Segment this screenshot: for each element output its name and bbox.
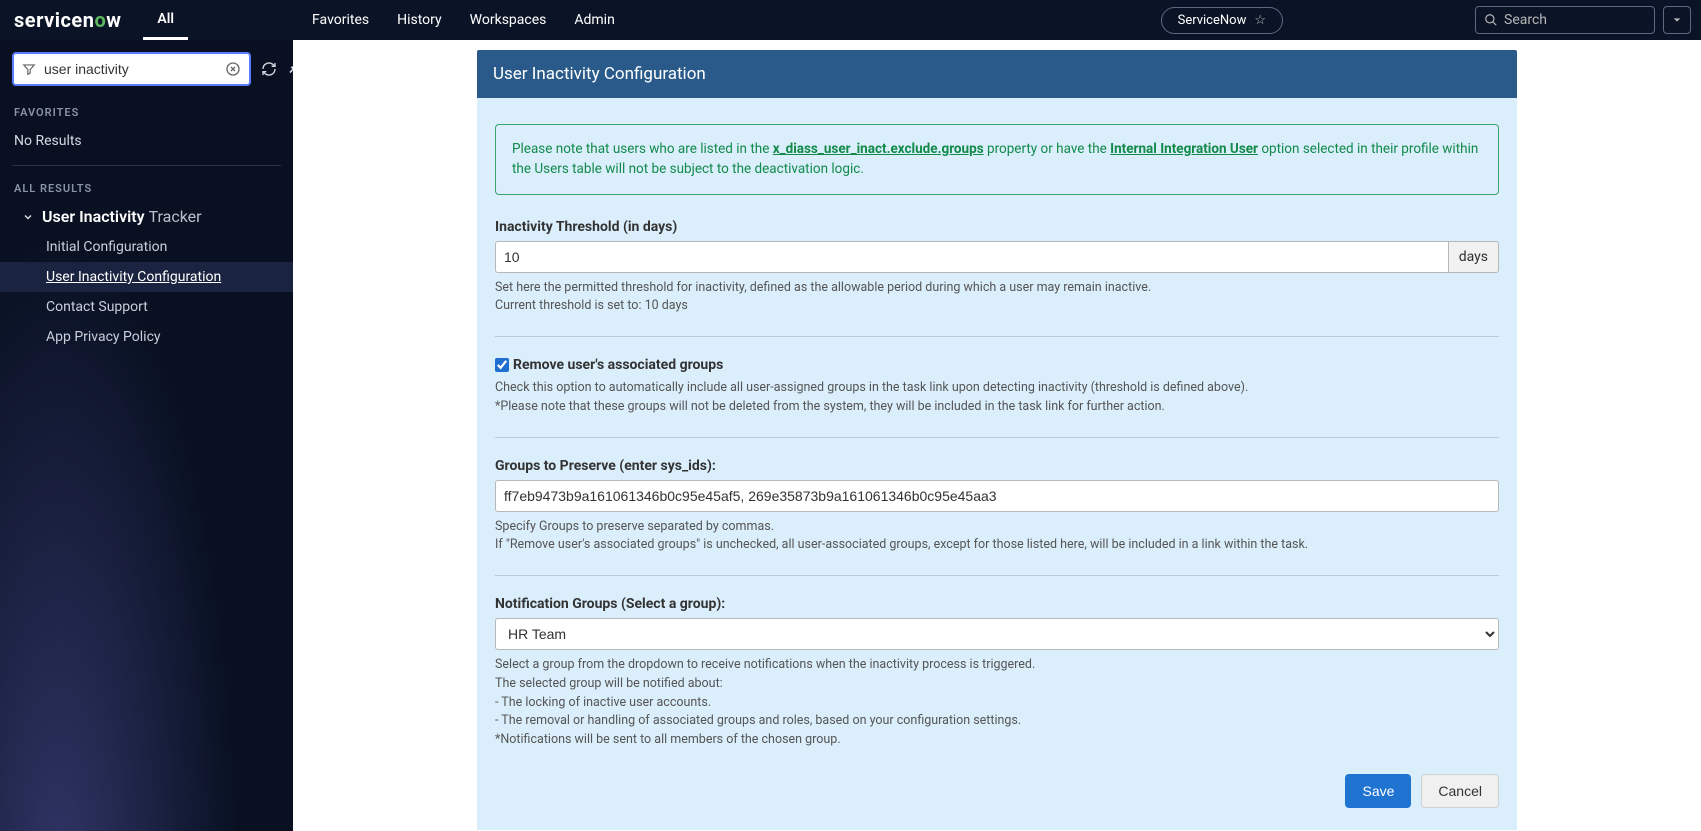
preserve-input[interactable]	[495, 480, 1499, 512]
tree-item-app-privacy-policy[interactable]: App Privacy Policy	[0, 322, 293, 352]
remove-groups-help: Check this option to automatically inclu…	[495, 379, 1499, 417]
notify-select[interactable]: HR Team	[495, 618, 1499, 650]
clear-icon[interactable]	[225, 61, 241, 77]
search-placeholder: Search	[1504, 12, 1547, 28]
tree-parent-bold: User Inactivity	[42, 207, 145, 226]
nav-workspaces[interactable]: Workspaces	[456, 0, 561, 40]
sidebar: FAVORITES No Results ALL RESULTS User In…	[0, 40, 293, 831]
filter-input[interactable]	[44, 61, 225, 77]
refresh-button[interactable]	[261, 61, 277, 77]
main-content: User Inactivity Configuration Please not…	[293, 40, 1701, 831]
tree-item-rest: Configuration	[134, 269, 221, 285]
all-results-section-label: ALL RESULTS	[0, 176, 293, 201]
remove-groups-label: Remove user's associated groups	[513, 357, 723, 373]
threshold-input[interactable]	[495, 241, 1449, 273]
cancel-button[interactable]: Cancel	[1421, 774, 1499, 808]
notify-help: Select a group from the dropdown to rece…	[495, 656, 1499, 750]
logo: servicenow	[0, 8, 143, 32]
tree-parent-light: Tracker	[149, 207, 202, 226]
filter-icon	[22, 62, 36, 76]
favorites-section-label: FAVORITES	[0, 100, 293, 125]
tree-item-contact-support[interactable]: Contact Support	[0, 292, 293, 322]
threshold-label: Inactivity Threshold (in days)	[495, 219, 1499, 235]
info-banner: Please note that users who are listed in…	[495, 124, 1499, 195]
threshold-help: Set here the permitted threshold for ina…	[495, 279, 1499, 317]
preserve-help: Specify Groups to preserve separated by …	[495, 518, 1499, 556]
global-search[interactable]: Search	[1475, 6, 1655, 34]
save-button[interactable]: Save	[1345, 774, 1411, 808]
tree-parent-user-inactivity-tracker[interactable]: User Inactivity Tracker	[0, 201, 293, 232]
nav-favorites[interactable]: Favorites	[298, 0, 383, 40]
caret-down-icon	[1672, 15, 1682, 25]
tree-item-initial-configuration[interactable]: Initial Configuration	[0, 232, 293, 262]
chevron-down-icon	[22, 211, 34, 223]
top-nav: servicenow All Favorites History Workspa…	[0, 0, 1701, 40]
tree-item-user-inactivity-configuration[interactable]: User Inactivity Configuration	[0, 262, 293, 292]
scope-label: ServiceNow	[1178, 13, 1247, 28]
nav-admin[interactable]: Admin	[560, 0, 628, 40]
refresh-icon	[261, 61, 277, 77]
search-dropdown[interactable]	[1663, 6, 1691, 34]
search-icon	[1484, 13, 1498, 27]
scope-selector[interactable]: ServiceNow ☆	[1161, 7, 1283, 34]
filter-navigator[interactable]	[12, 52, 251, 86]
star-icon: ☆	[1254, 13, 1266, 28]
notify-label: Notification Groups (Select a group):	[495, 596, 1499, 612]
preserve-label: Groups to Preserve (enter sys_ids):	[495, 458, 1499, 474]
favorites-no-results: No Results	[0, 125, 293, 161]
panel-title: User Inactivity Configuration	[477, 50, 1517, 98]
threshold-suffix: days	[1449, 241, 1499, 273]
nav-all[interactable]: All	[143, 0, 188, 40]
remove-groups-checkbox[interactable]	[495, 358, 509, 372]
tree-item-bold: User Inactivity	[46, 269, 134, 285]
nav-history[interactable]: History	[383, 0, 456, 40]
